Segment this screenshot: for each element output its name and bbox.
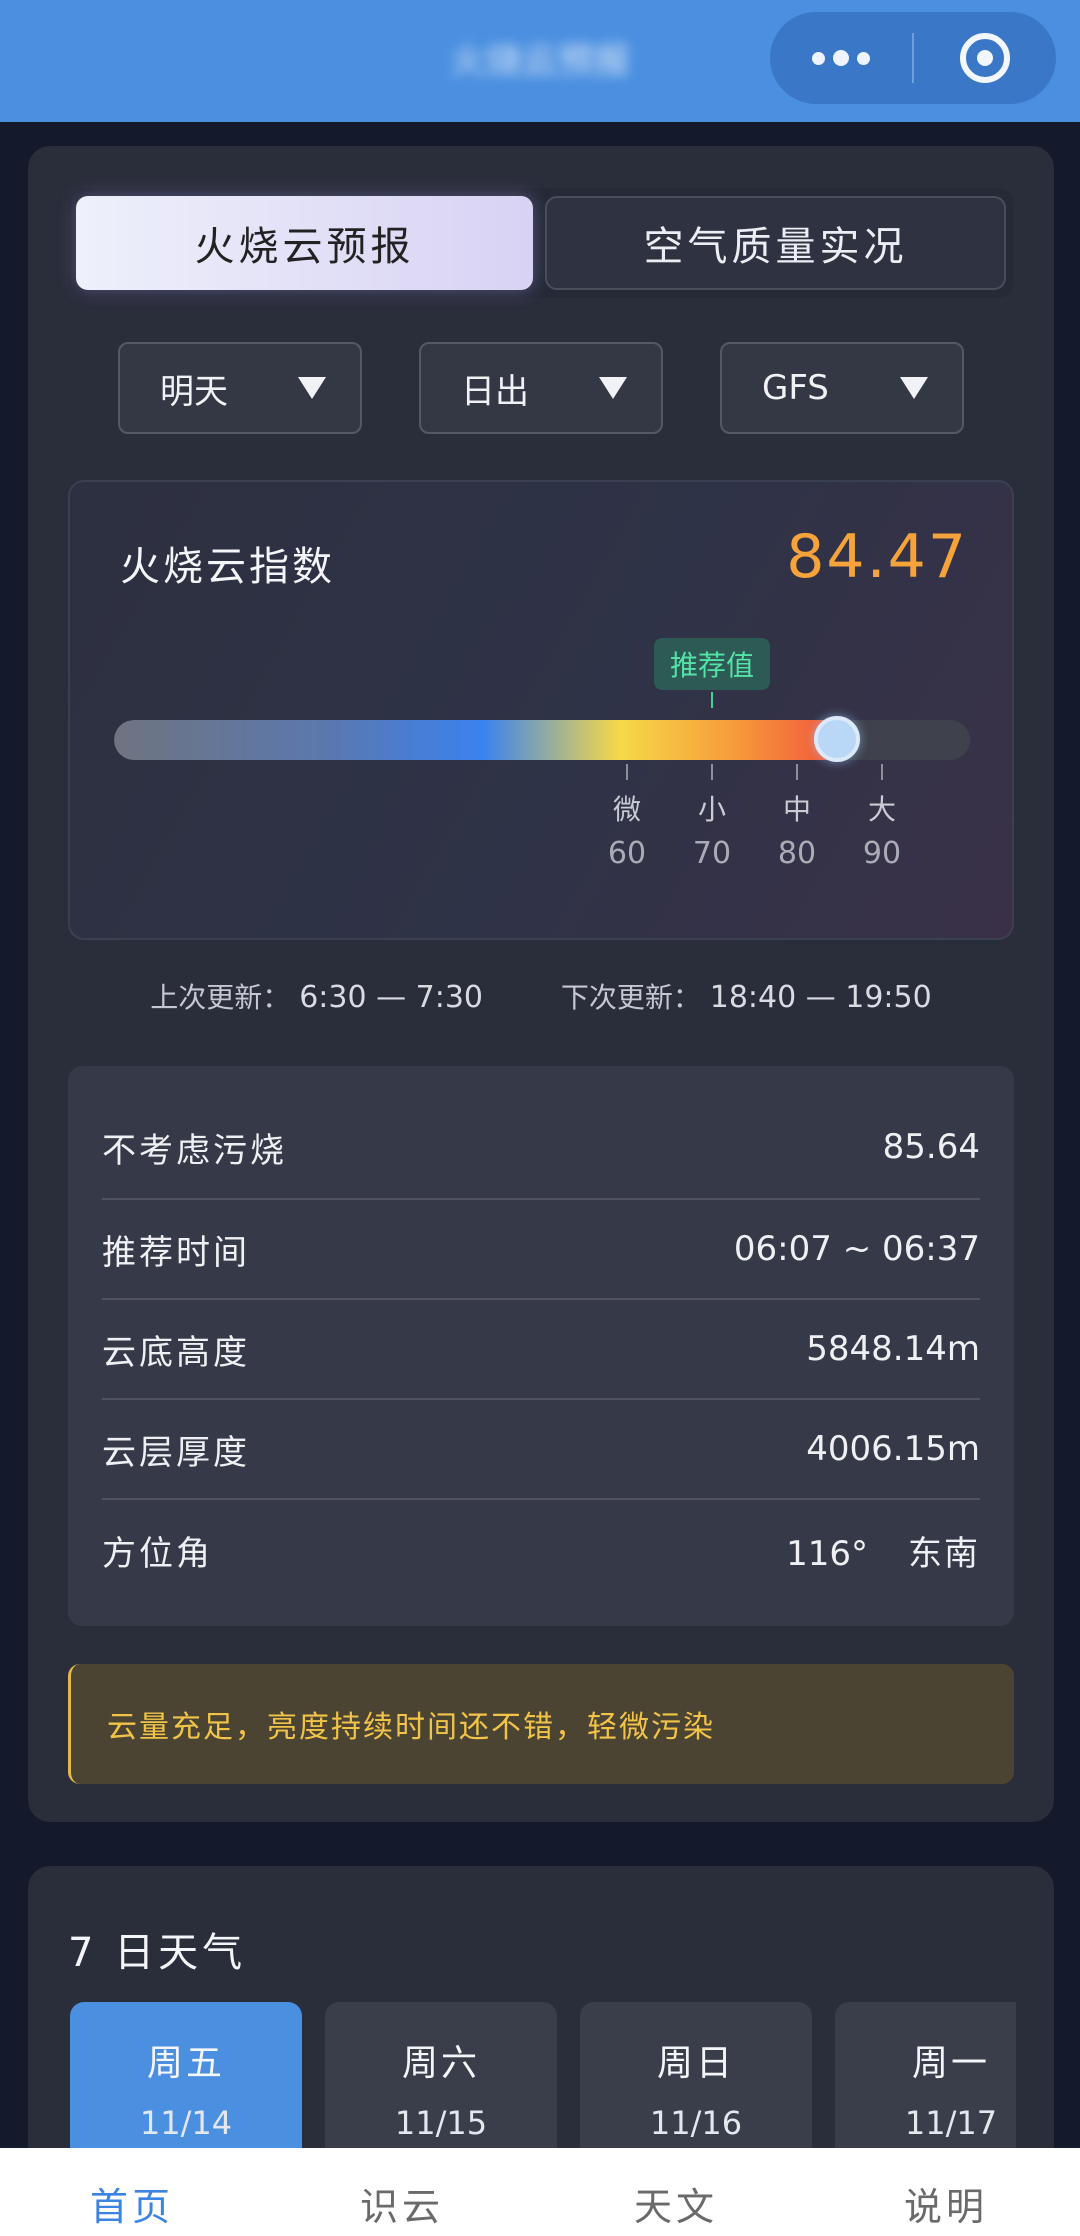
nav-astronomy[interactable]: 天文	[616, 2176, 736, 2231]
bottom-nav: 首页 识云 天文 说明	[0, 2148, 1080, 2236]
detail-row: 云层厚度 4006.15m	[102, 1400, 980, 1500]
detail-key: 推荐时间	[102, 1232, 250, 1273]
cloud-index-bar-fill	[114, 720, 838, 760]
tick-value: 80	[777, 836, 817, 871]
page-title: 火烧云预报	[449, 41, 630, 82]
tick-value: 90	[862, 836, 902, 871]
cloud-index-knob	[814, 716, 861, 762]
day-select-value: 明天	[160, 371, 228, 412]
cloud-index-value: 84.47	[786, 522, 968, 592]
day-name: 周六	[401, 2043, 480, 2084]
filter-selects: 明天 日出 GFS	[118, 342, 964, 434]
event-select-value: 日出	[461, 371, 529, 412]
dropdown-triangle-icon	[298, 377, 326, 399]
more-icon	[857, 51, 870, 65]
detail-list: 不考虑污烧 85.64 推荐时间 06:07 ~ 06:37 云底高度 5848…	[68, 1066, 1014, 1626]
day-name: 周一	[911, 2043, 990, 2084]
last-update-label: 上次更新：	[150, 981, 291, 1014]
nav-home[interactable]: 首页	[72, 2176, 192, 2231]
weather-title: 7 日天气	[68, 1930, 247, 1976]
target-close-icon	[960, 33, 1010, 83]
cloud-index-label: 火烧云指数	[120, 544, 335, 590]
next-update-time: 18:40 — 19:50	[709, 980, 932, 1015]
detail-value: 85.64	[882, 1127, 980, 1167]
model-select[interactable]: GFS	[720, 342, 964, 434]
tick-label: 中	[782, 793, 811, 826]
update-times: 上次更新： 6:30 — 7:30 下次更新： 18:40 — 19:50	[28, 976, 1054, 1016]
day-date: 11/15	[394, 2104, 488, 2142]
detail-key: 云层厚度	[102, 1432, 250, 1473]
tick-mark	[881, 764, 883, 780]
recommend-marker	[711, 692, 713, 708]
azimuth-degrees: 116°	[786, 1533, 868, 1574]
detail-value: 06:07 ~ 06:37	[733, 1229, 980, 1269]
more-button[interactable]	[770, 12, 912, 104]
nav-cloud-id[interactable]: 识云	[342, 2176, 462, 2231]
last-update-time: 6:30 — 7:30	[299, 980, 483, 1015]
mode-tabs: 火烧云预报 空气质量实况	[68, 188, 1014, 298]
tab-air-quality[interactable]: 空气质量实况	[545, 196, 1006, 290]
tick-label: 微	[612, 793, 641, 826]
detail-row: 方位角 116° 东南	[102, 1500, 980, 1600]
event-select[interactable]: 日出	[419, 342, 663, 434]
cloud-index-panel: 火烧云指数 84.47 推荐值 微 小 中 大 60 70 80 90	[68, 480, 1014, 940]
tick-value: 60	[607, 836, 647, 871]
tab-sunset-cloud-forecast[interactable]: 火烧云预报	[76, 196, 533, 290]
mini-program-capsule	[770, 12, 1056, 104]
detail-key: 不考虑污烧	[102, 1130, 287, 1171]
detail-row: 云底高度 5848.14m	[102, 1300, 980, 1400]
tick-value: 70	[692, 836, 732, 871]
day-date: 11/17	[904, 2104, 998, 2142]
detail-row: 不考虑污烧 85.64	[102, 1066, 980, 1200]
detail-key: 云底高度	[102, 1332, 250, 1373]
tick-mark	[711, 764, 713, 780]
dropdown-triangle-icon	[900, 377, 928, 399]
forecast-card: 火烧云预报 空气质量实况 明天 日出 GFS 火烧云指数 84.47 推荐值 微…	[28, 146, 1054, 1822]
detail-value: 4006.15m	[806, 1429, 980, 1469]
dropdown-triangle-icon	[599, 377, 627, 399]
tick-label: 小	[697, 793, 726, 826]
more-icon	[833, 50, 849, 66]
forecast-tip: 云量充足，亮度持续时间还不错，轻微污染	[68, 1664, 1014, 1784]
detail-row: 推荐时间 06:07 ~ 06:37	[102, 1200, 980, 1300]
nav-help[interactable]: 说明	[886, 2176, 1006, 2231]
detail-key: 方位角	[102, 1533, 213, 1574]
next-update-label: 下次更新：	[560, 981, 701, 1014]
day-date: 11/14	[139, 2104, 233, 2142]
day-name: 周五	[146, 2043, 225, 2084]
close-button[interactable]	[914, 12, 1056, 104]
more-icon	[812, 51, 825, 65]
recommend-tag: 推荐值	[654, 638, 770, 690]
top-bar: 火烧云预报	[0, 0, 1080, 122]
detail-value: 5848.14m	[806, 1329, 980, 1369]
azimuth-direction: 东南	[908, 1533, 980, 1574]
day-select[interactable]: 明天	[118, 342, 362, 434]
day-name: 周日	[656, 2043, 735, 2084]
tick-mark	[796, 764, 798, 780]
tick-label: 大	[867, 793, 896, 826]
model-select-value: GFS	[762, 368, 829, 408]
detail-value: 116° 东南	[786, 1526, 980, 1575]
day-date: 11/16	[649, 2104, 743, 2142]
tick-mark	[626, 764, 628, 780]
